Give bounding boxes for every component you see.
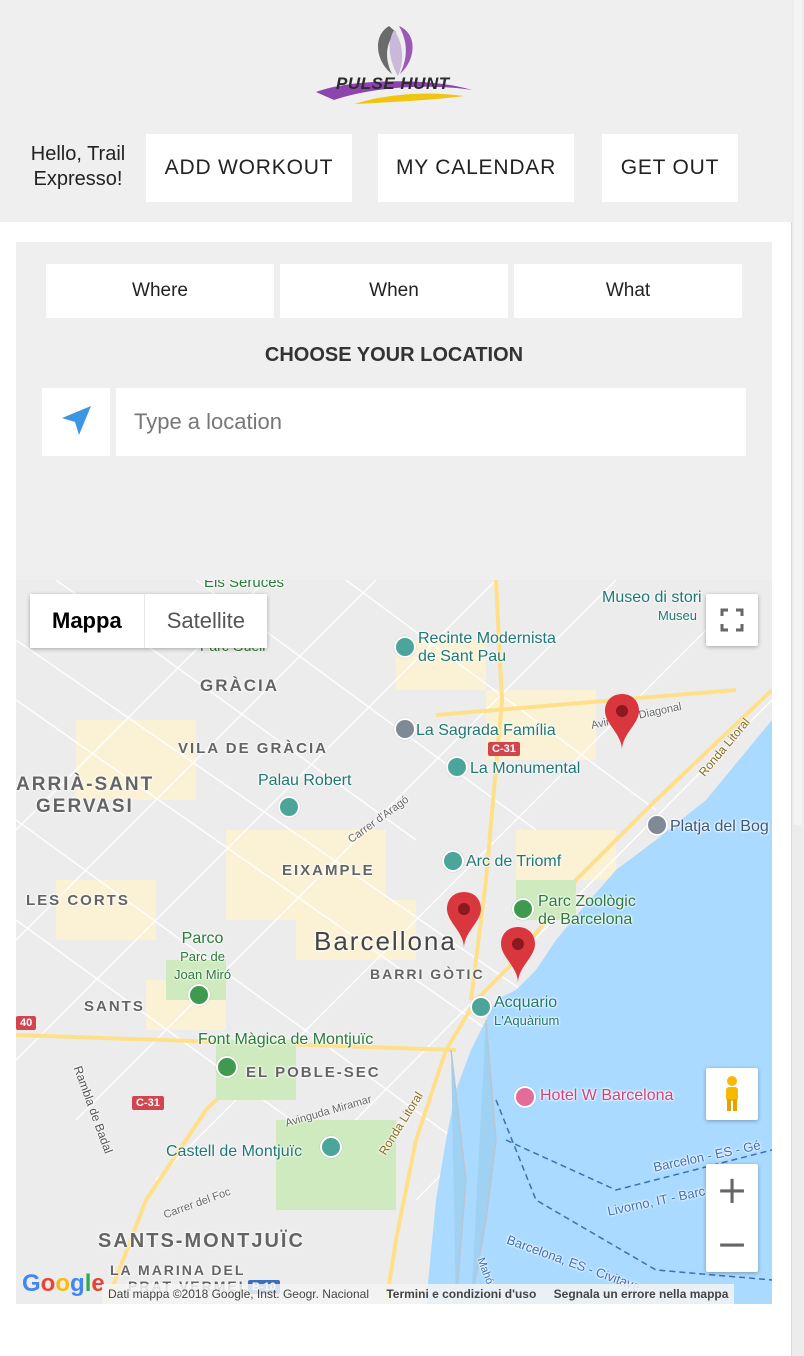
district-label: LA MARINA DEL — [110, 1262, 246, 1278]
poi-label: Palau Robert — [258, 772, 352, 789]
poi-label: Platja del Bog — [670, 818, 769, 835]
google-logo[interactable]: Google — [22, 1270, 105, 1298]
park-icon — [188, 984, 210, 1006]
attribution-text: Dati mappa ©2018 Google, Inst. Geogr. Na… — [108, 1287, 369, 1301]
zoom-control: + − — [706, 1164, 758, 1272]
map-type-control: Mappa Satellite — [30, 594, 267, 648]
poi-label: Parc Zoològic de Barcelona — [538, 893, 636, 928]
city-label: Barcellona — [314, 926, 457, 956]
map-marker[interactable] — [501, 927, 535, 983]
landmark-icon — [442, 850, 464, 872]
landmark-icon — [394, 636, 416, 658]
road-shield: C-31 — [488, 742, 520, 756]
tab-when[interactable]: When — [280, 264, 508, 318]
road-shield: 40 — [16, 1016, 37, 1030]
district-label: GERVASI — [36, 796, 134, 817]
zoo-icon — [512, 898, 534, 920]
map-marker[interactable] — [447, 892, 481, 948]
logo-text: PULSE HUNT — [336, 74, 450, 93]
poi-label: Arc de Triomf — [466, 853, 562, 870]
district-label: ARRIÀ-SANT — [16, 774, 155, 795]
aquarium-icon — [470, 996, 492, 1018]
tab-where[interactable]: Where — [46, 264, 274, 318]
map-marker[interactable] — [605, 694, 639, 750]
landmark-icon — [320, 1136, 342, 1158]
fullscreen-icon — [720, 608, 744, 632]
terms-link[interactable]: Termini e condizioni d'uso — [386, 1287, 536, 1301]
poi-label: Castell de Montjuïc — [166, 1143, 303, 1160]
zoom-out-button[interactable]: − — [706, 1218, 758, 1272]
choose-location-title: CHOOSE YOUR LOCATION — [264, 344, 524, 366]
map-view[interactable]: GRÀCIA VILA DE GRÀCIA ARRIÀ-SANT GERVASI… — [16, 580, 772, 1304]
user-greeting: Hello, Trail Expresso! — [30, 143, 126, 190]
poi-label: La Monumental — [470, 760, 581, 777]
hotel-icon — [514, 1086, 536, 1108]
navigation-arrow-icon — [62, 406, 91, 435]
district-label: VILA DE GRÀCIA — [178, 740, 328, 757]
district-label: SANTS — [84, 998, 145, 1015]
poi-label: Hotel W Barcelona — [540, 1087, 674, 1104]
church-icon — [394, 718, 416, 740]
street-view-pegman-button[interactable] — [706, 1068, 758, 1120]
site-header: PULSE HUNT Hello, Trail Expresso! ADD WO… — [0, 0, 792, 222]
zoom-in-button[interactable]: + — [706, 1164, 758, 1218]
poi-label: Font Màgica de Montjuïc — [198, 1031, 374, 1048]
add-workout-button[interactable]: ADD WORKOUT — [146, 134, 352, 202]
use-current-location-button[interactable] — [42, 388, 110, 456]
map-attribution: Dati mappa ©2018 Google, Inst. Geogr. Na… — [102, 1284, 735, 1304]
poi-label: Museo di stori Museu — [602, 589, 702, 623]
map-type-map-button[interactable]: Mappa — [30, 594, 145, 648]
poi-label: La Sagrada Família — [416, 722, 556, 739]
map-type-satellite-button[interactable]: Satellite — [144, 594, 267, 648]
district-label: LES CORTS — [26, 892, 130, 909]
poi-label: Recinte Modernista de Sant Pau — [418, 630, 556, 665]
top-fragment-label: Els Seruces — [204, 580, 285, 591]
district-label: BARRI GÒTIC — [370, 966, 485, 982]
location-input[interactable] — [116, 388, 746, 456]
district-label: SANTS-MONTJUÏC — [98, 1230, 305, 1252]
get-out-button[interactable]: GET OUT — [602, 134, 738, 202]
beach-icon — [646, 814, 668, 836]
my-calendar-button[interactable]: MY CALENDAR — [378, 134, 574, 202]
district-label: EL POBLE-SEC — [246, 1064, 381, 1081]
poi-label: Parco Parc de Joan Miró — [174, 930, 232, 982]
poi-label: Acquario L'Aquàrium — [494, 994, 560, 1028]
pulse-hunt-logo — [316, 26, 472, 104]
landmark-icon — [446, 756, 468, 778]
page-scrollbar[interactable] — [791, 0, 804, 1356]
report-error-link[interactable]: Segnala un errore nella mappa — [554, 1287, 729, 1301]
pegman-icon — [726, 1076, 738, 1111]
park-icon — [216, 1056, 238, 1078]
scrollbar-thumb[interactable] — [794, 0, 802, 825]
district-label: EIXAMPLE — [282, 862, 375, 879]
tab-what[interactable]: What — [514, 264, 742, 318]
search-panel: Where When What CHOOSE YOUR LOCATION — [16, 242, 772, 580]
fullscreen-button[interactable] — [706, 594, 758, 646]
road-shield: C-31 — [132, 1096, 164, 1110]
district-label: GRÀCIA — [200, 676, 280, 695]
museum-icon — [278, 796, 300, 818]
